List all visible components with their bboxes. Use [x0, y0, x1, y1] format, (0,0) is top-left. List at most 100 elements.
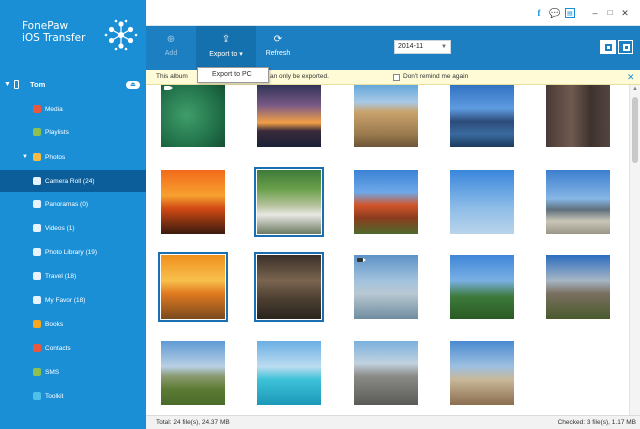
close-notice-icon[interactable]: ✕	[627, 70, 635, 84]
vertical-scrollbar[interactable]: ▲	[629, 85, 640, 415]
export-to-pc-menu-item[interactable]: Export to PC	[197, 67, 269, 83]
sidebar-item-contacts[interactable]: Contacts	[0, 338, 146, 358]
photo-thumbnail[interactable]	[546, 255, 610, 319]
collapse-arrow-icon[interactable]: ▼	[22, 154, 28, 160]
sidebar-item-label: SMS	[45, 368, 60, 376]
total-files-status: Total: 24 file(s), 24.37 MB	[156, 419, 230, 426]
add-icon: ⊕	[166, 34, 176, 45]
photo-thumbnail[interactable]	[354, 341, 418, 405]
minimize-icon[interactable]: –	[590, 8, 600, 18]
scrollbar-thumb[interactable]	[632, 97, 638, 163]
sidebar-item-label: Contacts	[45, 344, 71, 352]
maximize-icon[interactable]: □	[605, 8, 615, 18]
list-view-button[interactable]	[618, 40, 633, 54]
camera-roll-icon	[33, 177, 41, 185]
notice-text-end: an only be exported.	[270, 73, 329, 80]
photo-thumbnail-selected[interactable]	[254, 252, 324, 322]
facebook-icon[interactable]: f	[534, 8, 544, 18]
sidebar-item-playlists[interactable]: Playlists	[0, 122, 146, 142]
sidebar-item-label: Camera Roll (24)	[45, 177, 95, 185]
photo-thumbnail[interactable]	[257, 341, 321, 405]
photo-thumbnail[interactable]	[161, 341, 225, 405]
photo-thumbnail[interactable]	[161, 85, 225, 147]
photo-thumbnail[interactable]	[450, 170, 514, 234]
sidebar-item-media[interactable]: Media	[0, 99, 146, 119]
feedback-chat-icon[interactable]: 💬	[549, 8, 560, 18]
sidebar-item-label: Photos	[45, 153, 66, 161]
eject-icon[interactable]: ⏏	[126, 81, 140, 89]
checked-files-status: Checked: 3 file(s), 1.17 MB	[557, 419, 636, 426]
sidebar-item-panoramas[interactable]: Panoramas (0)	[0, 194, 146, 214]
sidebar-item-toolkit[interactable]: Toolkit	[0, 386, 146, 406]
photo-thumbnail-selected[interactable]	[158, 252, 228, 322]
sidebar-item-photo-library[interactable]: Photo Library (19)	[0, 242, 146, 262]
refresh-label: Refresh	[265, 50, 291, 57]
sidebar: FonePaw iOS Transfer ▼ Tom ⏏ Media Playl…	[0, 0, 146, 429]
sidebar-item-videos[interactable]: Videos (1)	[0, 218, 146, 238]
photo-grid	[146, 85, 640, 415]
export-to-button[interactable]: ⇪ Export to ▾	[196, 26, 256, 70]
brand: FonePaw iOS Transfer	[0, 0, 146, 70]
sidebar-item-label: Photo Library (19)	[45, 248, 98, 256]
photo-thumbnail[interactable]	[546, 170, 610, 234]
photo-thumbnail[interactable]	[450, 341, 514, 405]
refresh-button[interactable]: ⟳ Refresh	[258, 26, 298, 70]
dropdown-caret-icon: ▾	[237, 51, 243, 58]
expand-arrow-icon[interactable]: ▼	[4, 81, 11, 88]
sidebar-item-camera-roll[interactable]: Camera Roll (24)	[0, 170, 146, 192]
sidebar-item-photos[interactable]: ▼ Photos	[0, 147, 146, 167]
grid-view-button[interactable]	[600, 40, 616, 54]
video-icon	[164, 86, 173, 90]
close-window-icon[interactable]: ✕	[620, 8, 630, 18]
photo-thumbnail[interactable]	[354, 170, 418, 234]
photo-thumbnail[interactable]	[450, 255, 514, 319]
album-icon	[33, 272, 41, 280]
title-bar: f 💬 ▤ – □ ✕	[146, 0, 640, 26]
videos-icon	[33, 224, 41, 232]
video-icon	[357, 258, 366, 262]
photo-thumbnail-selected[interactable]	[254, 167, 324, 237]
sidebar-item-books[interactable]: Books	[0, 314, 146, 334]
sms-icon	[33, 368, 41, 376]
photo-thumbnail[interactable]	[257, 85, 321, 147]
panorama-icon	[33, 200, 41, 208]
header: f 💬 ▤ – □ ✕ ⊕ Add ⇪ Export to ▾ ⟳ Refres…	[146, 0, 640, 70]
chevron-down-icon: ▼	[441, 44, 447, 50]
grid-icon	[605, 44, 612, 51]
toolbar: ⊕ Add ⇪ Export to ▾ ⟳ Refresh	[146, 26, 640, 70]
sidebar-item-travel[interactable]: Travel (18)	[0, 266, 146, 286]
brand-line-1: FonePaw	[22, 20, 69, 32]
sidebar-item-label: Panoramas (0)	[45, 200, 88, 208]
photo-thumbnail[interactable]	[546, 85, 610, 147]
brand-name: FonePaw iOS Transfer	[22, 20, 85, 44]
contacts-icon	[33, 344, 41, 352]
notice-text-start: This album	[156, 73, 188, 80]
register-icon[interactable]: ▤	[565, 8, 575, 18]
photo-thumbnail[interactable]	[450, 85, 514, 147]
sidebar-item-my-favor[interactable]: My Favor (18)	[0, 290, 146, 310]
photo-thumbnail[interactable]	[161, 170, 225, 234]
dont-remind-label[interactable]: Don't remind me again	[403, 70, 468, 84]
toolkit-icon	[33, 392, 41, 400]
export-label: Export to	[209, 51, 238, 58]
playlist-icon	[33, 128, 41, 136]
sidebar-item-label: Playlists	[45, 128, 69, 136]
sidebar-item-label: Media	[45, 105, 63, 113]
add-button[interactable]: ⊕ Add	[148, 26, 194, 70]
device-tom[interactable]: ▼ Tom ⏏	[0, 78, 146, 92]
refresh-icon: ⟳	[273, 34, 283, 45]
date-value: 2014-11	[398, 43, 424, 50]
photo-library-icon	[33, 248, 41, 256]
fonepaw-logo-icon	[104, 19, 138, 51]
sidebar-item-label: Toolkit	[45, 392, 64, 400]
export-icon: ⇪	[221, 34, 231, 45]
scroll-up-icon[interactable]: ▲	[632, 86, 638, 92]
add-label: Add	[164, 50, 178, 57]
photo-thumbnail[interactable]	[354, 85, 418, 147]
photo-thumbnail[interactable]	[354, 255, 418, 319]
sidebar-item-label: Books	[45, 320, 64, 328]
sidebar-item-sms[interactable]: SMS	[0, 362, 146, 382]
brand-line-2: iOS Transfer	[22, 32, 86, 44]
date-filter-select[interactable]: 2014-11 ▼	[394, 40, 451, 54]
dont-remind-checkbox[interactable]	[393, 74, 400, 81]
